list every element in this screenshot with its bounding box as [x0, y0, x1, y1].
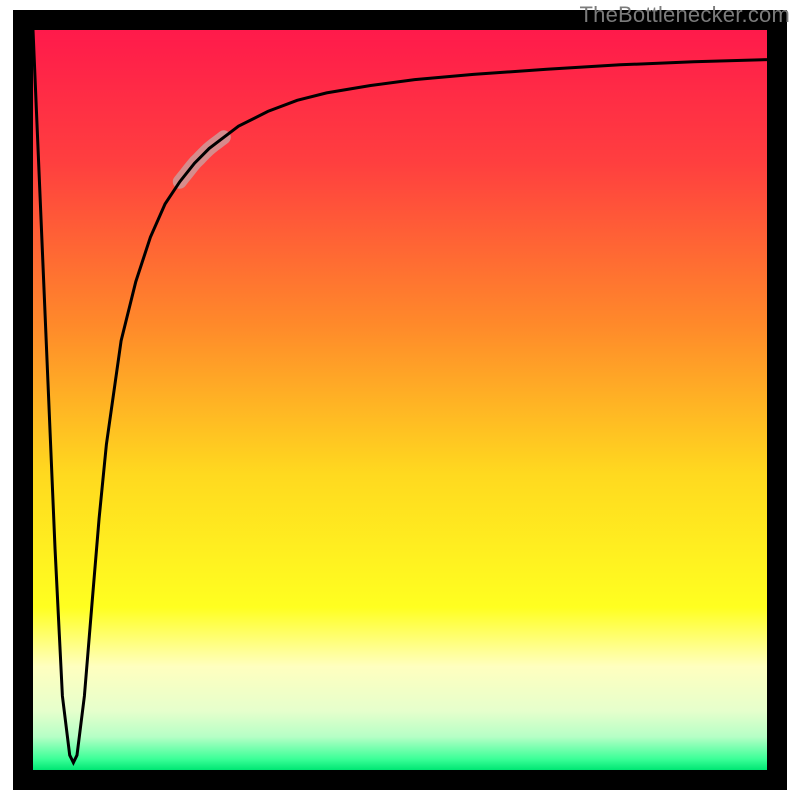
- bottleneck-chart: [0, 0, 800, 800]
- chart-container: TheBottlenecker.com: [0, 0, 800, 800]
- watermark-label: TheBottlenecker.com: [580, 2, 790, 28]
- plot-background: [33, 30, 767, 770]
